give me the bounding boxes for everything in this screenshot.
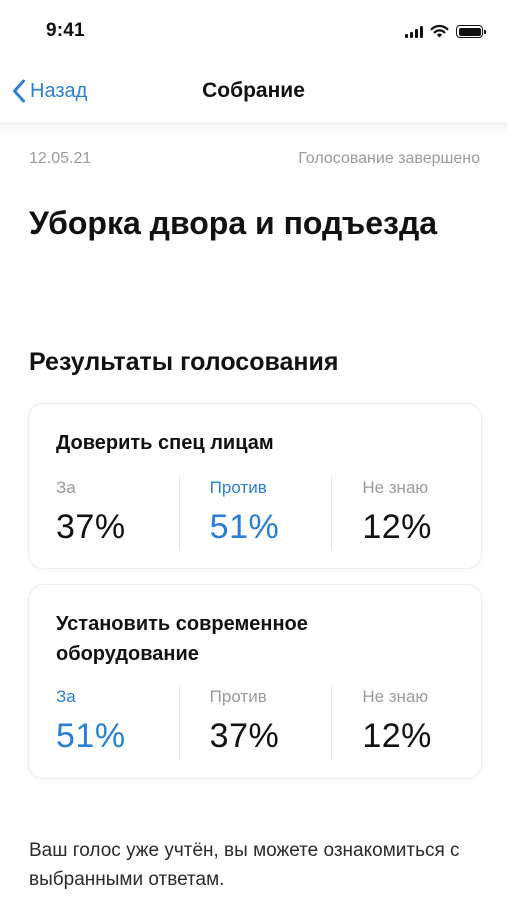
meeting-results-screen: 9:41 Назад Собрание 12.05.21 Голосование… xyxy=(0,0,507,900)
stat-against: Против 37% xyxy=(178,685,332,759)
stat-label: Не знаю xyxy=(362,478,429,497)
meeting-date: 12.05.21 xyxy=(29,150,92,167)
stat-value: 12% xyxy=(362,717,432,755)
question-text: Доверить спец лицам xyxy=(56,432,274,454)
stat-value: 37% xyxy=(56,508,126,546)
battery-icon xyxy=(456,25,486,38)
stat-value: 37% xyxy=(209,717,280,755)
meeting-meta: 12.05.21 Голосование завершено xyxy=(29,150,480,168)
status-time: 9:41 xyxy=(46,20,85,41)
vote-stats: За 37% Против 51% Не знаю 12% xyxy=(29,476,481,550)
wifi-icon xyxy=(430,24,449,38)
stat-dont-know: Не знаю 12% xyxy=(331,476,481,550)
stat-label: За xyxy=(56,687,76,706)
stat-label: Против xyxy=(209,478,267,497)
stat-dont-know: Не знаю 12% xyxy=(331,685,481,759)
status-bar: 9:41 xyxy=(0,0,507,60)
question-card: Установить современное оборудование За 5… xyxy=(29,585,481,778)
stat-value: 12% xyxy=(362,508,432,546)
stat-value: 51% xyxy=(209,508,280,546)
vote-stats: За 51% Против 37% Не знаю 12% xyxy=(29,685,481,759)
question-card: Доверить спец лицам За 37% Против 51% Не… xyxy=(29,404,481,568)
stat-value: 51% xyxy=(56,717,126,755)
stat-against: Против 51% xyxy=(178,476,332,550)
question-text: Установить современное оборудование xyxy=(56,613,308,665)
nav-title: Собрание xyxy=(202,79,305,102)
navigation-bar: Назад Собрание xyxy=(0,60,507,122)
vote-counted-note: Ваш голос уже учтён, вы можете ознакомит… xyxy=(29,840,460,890)
stat-label: За xyxy=(56,478,76,497)
stat-for: За 51% xyxy=(29,685,179,759)
stat-label: Не знаю xyxy=(362,687,429,706)
voting-status: Голосование завершено xyxy=(298,150,480,167)
stat-for: За 37% xyxy=(29,476,179,550)
page-title: Уборка двора и подъезда xyxy=(29,205,438,241)
stat-label: Против xyxy=(209,687,267,706)
cellular-signal-icon xyxy=(405,25,423,38)
results-heading: Результаты голосования xyxy=(29,348,339,376)
status-icons xyxy=(405,22,486,38)
nav-divider xyxy=(0,122,507,136)
